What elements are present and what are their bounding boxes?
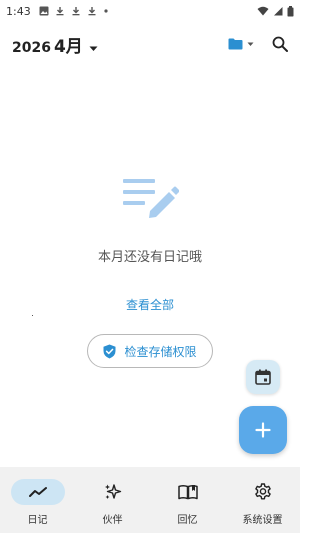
check-storage-label: 检查存储权限 xyxy=(124,344,197,359)
view-all-link[interactable]: 查看全部 xyxy=(0,296,300,313)
status-bar: 1:43 xyxy=(0,0,300,22)
top-app-bar: 2026 4月 xyxy=(0,26,300,62)
nav-icon-container xyxy=(10,479,65,505)
folder-icon xyxy=(228,38,243,50)
notification-icons xyxy=(39,6,109,16)
sparkles-icon xyxy=(104,484,121,499)
bottom-navigation: 日记 伙伴 回忆 系统设置 xyxy=(0,467,300,533)
nav-item-diary[interactable]: 日记 xyxy=(0,467,75,533)
status-time: 1:43 xyxy=(6,4,31,18)
image-icon xyxy=(39,6,49,16)
signal-icon xyxy=(274,7,283,16)
dropdown-arrow-icon xyxy=(247,42,254,46)
search-icon[interactable] xyxy=(272,36,288,52)
stray-dot xyxy=(32,315,33,316)
nav-item-partner[interactable]: 伙伴 xyxy=(75,467,150,533)
calendar-button[interactable] xyxy=(246,360,280,394)
download-icon xyxy=(56,7,64,16)
year-label: 2026 xyxy=(12,39,51,56)
trend-line-icon xyxy=(28,487,47,497)
notes-edit-icon xyxy=(123,179,179,218)
system-icons xyxy=(257,5,294,17)
download-icon xyxy=(88,7,96,16)
download-icon xyxy=(72,7,80,16)
shield-check-icon xyxy=(103,344,116,358)
nav-label: 伙伴 xyxy=(102,515,123,526)
plus-icon xyxy=(255,422,271,438)
nav-label: 系统设置 xyxy=(242,515,283,526)
nav-label: 回忆 xyxy=(177,515,198,526)
month-selector[interactable]: 2026 4月 xyxy=(12,32,98,57)
nav-icon-container xyxy=(236,479,290,505)
nav-icon-container xyxy=(161,479,215,505)
nav-icon-container xyxy=(86,479,140,505)
battery-icon xyxy=(287,5,294,16)
month-label: 4月 xyxy=(53,36,83,57)
calendar-icon xyxy=(255,369,271,385)
empty-state-message: 本月还没有日记哦 xyxy=(97,250,202,265)
gear-icon xyxy=(254,483,271,500)
check-storage-permission-button[interactable]: 检查存储权限 xyxy=(87,334,213,368)
nav-item-settings[interactable]: 系统设置 xyxy=(225,467,300,533)
folder-selector[interactable] xyxy=(228,38,254,50)
nav-item-memories[interactable]: 回忆 xyxy=(150,467,225,533)
nav-label: 日记 xyxy=(27,515,48,526)
dot-icon xyxy=(104,9,108,13)
dropdown-arrow-icon xyxy=(89,46,98,51)
wifi-icon xyxy=(257,6,269,16)
add-entry-button[interactable] xyxy=(239,406,287,454)
book-icon xyxy=(177,485,198,500)
